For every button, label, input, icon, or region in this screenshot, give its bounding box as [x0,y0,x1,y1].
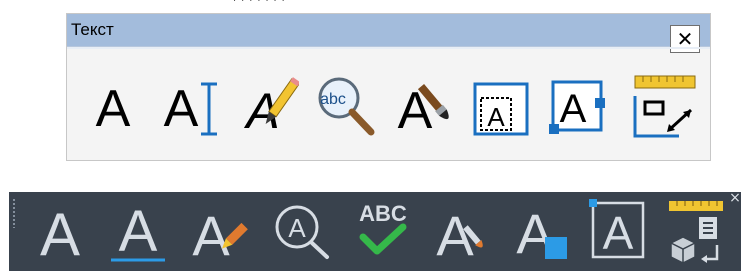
text-edit-button[interactable]: A [185,197,251,263]
text-multiline-button[interactable]: A [105,197,171,263]
text-justify-icon [669,201,723,263]
text-single-line-icon: A [40,201,80,263]
toolbar-grip[interactable] [12,198,16,228]
text-scale-icon: A [516,202,567,263]
text-style-icon: A [398,82,449,140]
text-multiline-icon: A [164,80,217,138]
text-scale-button[interactable]: A [509,197,575,263]
spell-check-icon: abc [318,77,375,136]
svg-text:A: A [288,213,306,243]
text-justify-button[interactable] [629,74,699,140]
spell-check-button[interactable]: ABC [349,197,415,263]
text-justify-button[interactable] [661,197,727,263]
svg-text:A: A [487,102,505,132]
spell-check-icon: ABC [359,201,407,255]
text-toolbar-dark: × A A A A ABC A A A [9,191,741,271]
text-find-button[interactable]: A [269,197,335,263]
text-toolbar-light: Текст ✕ A A A abc A A A [66,13,711,161]
text-edit-icon: A [243,77,299,139]
text-single-line-button[interactable]: A [27,197,93,263]
svg-text:abc: abc [320,91,346,108]
text-multiline-icon: A [111,199,165,263]
close-button[interactable]: × [729,191,741,205]
text-multiline-button[interactable]: A [159,74,229,140]
text-frame-button[interactable]: A [469,74,533,140]
spell-check-button[interactable]: abc [315,74,383,140]
text-justify-icon [633,75,696,138]
top-clipped-caption: . . . . . . . [233,0,343,4]
svg-text:A: A [192,204,230,263]
text-find-icon: A [275,205,329,259]
text-style-button[interactable]: A [393,74,459,140]
text-edit-icon: A [192,204,248,263]
text-single-line-button[interactable]: A [85,74,141,140]
text-frame-button[interactable]: A [587,197,653,263]
toolbar-title: Текст [71,20,114,39]
svg-text:A: A [603,207,634,259]
text-scale-icon: A [549,80,605,134]
text-single-line-icon: A [96,80,131,138]
text-style-icon: A [436,204,483,263]
text-style-button[interactable]: A [429,197,495,263]
text-scale-button[interactable]: A [547,74,613,140]
text-frame-icon: A [589,199,645,259]
toolbar-title-bar[interactable]: Текст ✕ [67,14,710,53]
svg-text:A: A [560,87,587,131]
svg-text:A: A [40,201,80,263]
svg-text:A: A [164,80,199,138]
svg-text:A: A [119,199,158,263]
text-frame-icon: A [473,82,529,136]
text-edit-button[interactable]: A [239,74,299,140]
svg-text:ABC: ABC [359,201,407,226]
svg-text:A: A [96,80,131,138]
